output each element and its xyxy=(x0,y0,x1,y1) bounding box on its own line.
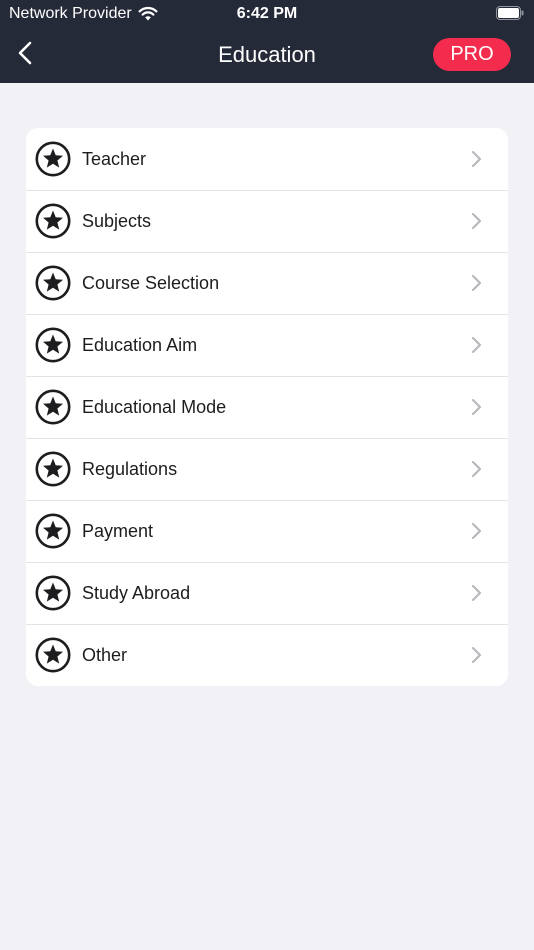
list-item-label: Education Aim xyxy=(82,335,198,355)
star-circle-icon xyxy=(35,327,71,363)
list-item-label: Regulations xyxy=(82,459,178,479)
star-circle-icon xyxy=(35,203,71,239)
chevron-right-icon xyxy=(469,212,483,230)
chevron-right-icon xyxy=(469,150,483,168)
list-item-payment[interactable]: Payment xyxy=(26,500,508,562)
navigation-bar: Education PRO xyxy=(0,28,534,83)
star-circle-icon xyxy=(35,265,71,301)
list-item-label: Educational Mode xyxy=(82,397,227,417)
status-time: 6:42 PM xyxy=(236,5,298,22)
list-item-course-selection[interactable]: Course Selection xyxy=(26,252,508,314)
star-circle-icon xyxy=(35,389,71,425)
list-item-education-aim[interactable]: Education Aim xyxy=(26,314,508,376)
chevron-right-icon xyxy=(469,584,483,602)
chevron-right-icon xyxy=(469,522,483,540)
chevron-right-icon xyxy=(469,398,483,416)
star-circle-icon xyxy=(35,575,71,611)
list-item-label: Payment xyxy=(82,521,154,541)
category-list: Teacher Subjects Course Selection Educat… xyxy=(26,128,508,686)
list-item-label: Course Selection xyxy=(82,273,220,293)
star-circle-icon xyxy=(35,637,71,673)
chevron-right-icon xyxy=(469,274,483,292)
star-circle-icon xyxy=(35,451,71,487)
list-item-label: Study Abroad xyxy=(82,583,191,603)
chevron-right-icon xyxy=(469,646,483,664)
star-circle-icon xyxy=(35,513,71,549)
list-item-other[interactable]: Other xyxy=(26,624,508,686)
star-circle-icon xyxy=(35,141,71,177)
list-item-label: Other xyxy=(82,645,128,665)
list-item-regulations[interactable]: Regulations xyxy=(26,438,508,500)
chevron-right-icon xyxy=(469,460,483,478)
battery-icon xyxy=(496,6,524,20)
list-item-label: Teacher xyxy=(82,149,147,169)
list-item-study-abroad[interactable]: Study Abroad xyxy=(26,562,508,624)
list-item-educational-mode[interactable]: Educational Mode xyxy=(26,376,508,438)
pro-button[interactable]: PRO xyxy=(433,38,511,71)
chevron-right-icon xyxy=(469,336,483,354)
list-item-subjects[interactable]: Subjects xyxy=(26,190,508,252)
top-bar: Network Provider 6:42 PM Education PRO xyxy=(0,0,534,83)
list-item-label: Subjects xyxy=(82,211,152,231)
list-item-teacher[interactable]: Teacher xyxy=(26,128,508,190)
status-bar: Network Provider 6:42 PM xyxy=(0,0,534,28)
